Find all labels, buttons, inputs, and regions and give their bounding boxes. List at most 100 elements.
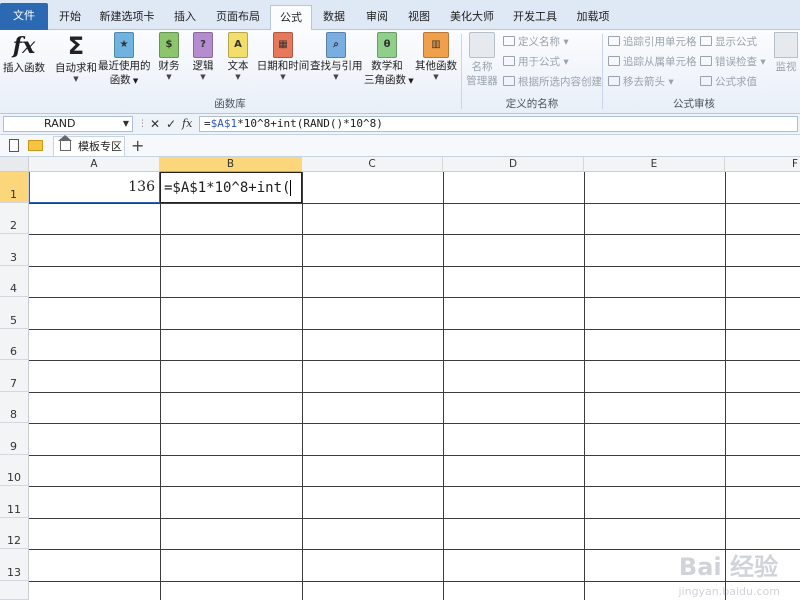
define-name-button[interactable]: 定义名称 ▾ bbox=[503, 34, 569, 50]
grid-line bbox=[443, 172, 444, 600]
grid-line bbox=[584, 172, 585, 600]
error-checking-label: 错误检查 bbox=[715, 56, 757, 68]
tab-view[interactable]: 视图 bbox=[398, 5, 440, 30]
text-button[interactable]: A 文本 ▼ bbox=[224, 32, 252, 81]
text-book-icon: A bbox=[228, 32, 248, 58]
dropdown-arrow-icon: ▼ bbox=[433, 73, 439, 81]
row-header-5[interactable]: 5 bbox=[0, 297, 29, 329]
grid-line bbox=[29, 266, 800, 267]
row-header-12[interactable]: 12 bbox=[0, 518, 29, 549]
remove-arrow-icon bbox=[608, 76, 620, 86]
datetime-label: 日期和时间 bbox=[256, 60, 310, 72]
enter-check-icon[interactable]: ✓ bbox=[166, 116, 176, 132]
column-header-f[interactable]: F bbox=[725, 157, 800, 172]
tab-new[interactable]: 新建选项卡 bbox=[92, 5, 162, 30]
grid-line bbox=[29, 297, 800, 298]
tab-home[interactable]: 开始 bbox=[48, 5, 92, 30]
row-header-7[interactable]: 7 bbox=[0, 360, 29, 392]
trace-precedents-button[interactable]: 追踪引用单元格 bbox=[608, 34, 697, 50]
group-label-formula-auditing: 公式审核 bbox=[673, 98, 715, 110]
row-header-3[interactable]: 3 bbox=[0, 234, 29, 266]
row-header-8[interactable]: 8 bbox=[0, 392, 29, 423]
trace-dependents-button[interactable]: 追踪从属单元格 bbox=[608, 54, 697, 70]
tab-insert[interactable]: 插入 bbox=[162, 5, 208, 30]
name-manager-icon bbox=[469, 32, 495, 58]
autosum-button[interactable]: Σ 自动求和 ▼ bbox=[54, 32, 98, 83]
datetime-button[interactable]: ▦ 日期和时间 ▼ bbox=[256, 32, 310, 81]
row-header-9[interactable]: 9 bbox=[0, 423, 29, 455]
add-tab-icon[interactable]: + bbox=[131, 135, 144, 156]
row-header-partial[interactable] bbox=[0, 581, 29, 600]
column-header-b[interactable]: B bbox=[160, 157, 302, 172]
cancel-icon[interactable]: ✕ bbox=[150, 116, 160, 132]
group-divider bbox=[602, 34, 603, 109]
financial-button[interactable]: $ 财务 ▼ bbox=[154, 32, 184, 81]
lookup-button[interactable]: ⌕ 查找与引用 ▼ bbox=[310, 32, 363, 81]
tab-developer[interactable]: 开发工具 bbox=[504, 5, 566, 30]
column-header-d[interactable]: D bbox=[443, 157, 584, 172]
grid-line bbox=[302, 172, 303, 600]
row-header-1[interactable]: 1 bbox=[0, 172, 29, 203]
financial-label: 财务 bbox=[158, 60, 180, 72]
math-trig-button[interactable]: θ 数学和 三角函数 ▼ bbox=[364, 32, 414, 88]
tab-file[interactable]: 文件 bbox=[0, 3, 48, 30]
name-manager-label-1: 名称 bbox=[471, 61, 493, 73]
cell-b1-editing[interactable]: =$A$1*10^8+int( bbox=[160, 172, 302, 203]
watch-window-button[interactable]: 监视 bbox=[773, 32, 799, 74]
name-manager-button[interactable]: 名称 管理器 bbox=[464, 32, 500, 88]
show-formulas-icon bbox=[700, 36, 712, 46]
evaluate-formula-button[interactable]: 公式求值 bbox=[700, 74, 757, 90]
grid-line bbox=[29, 360, 800, 361]
cell-a1[interactable]: 136 bbox=[29, 172, 160, 203]
row-header-6[interactable]: 6 bbox=[0, 329, 29, 360]
formula-input[interactable]: =$A$1*10^8+int(RAND()*10^8) bbox=[199, 116, 798, 132]
tab-addins[interactable]: 加载项 bbox=[566, 5, 620, 30]
error-checking-button[interactable]: 错误检查 ▾ bbox=[700, 54, 766, 70]
name-box[interactable]: RAND ▼ bbox=[3, 116, 133, 132]
tab-beautify[interactable]: 美化大师 bbox=[440, 5, 504, 30]
grid-icon bbox=[503, 76, 515, 86]
insert-function-fx-icon[interactable]: fx bbox=[182, 116, 192, 132]
row-header-13[interactable]: 13 bbox=[0, 549, 29, 581]
more-label: 其他函数 bbox=[415, 60, 457, 72]
show-formulas-button[interactable]: 显示公式 bbox=[700, 34, 757, 50]
create-from-selection-label: 根据所选内容创建 bbox=[518, 76, 602, 88]
create-from-selection-button[interactable]: 根据所选内容创建 bbox=[503, 74, 602, 90]
chevron-down-icon[interactable]: ▼ bbox=[123, 117, 129, 131]
financial-book-icon: $ bbox=[159, 32, 179, 58]
row-header-2[interactable]: 2 bbox=[0, 203, 29, 234]
more-functions-button[interactable]: ▥ 其他函数 ▼ bbox=[414, 32, 458, 81]
tab-page-layout[interactable]: 页面布局 bbox=[208, 5, 268, 30]
use-in-formula-button[interactable]: 用于公式 ▾ bbox=[503, 54, 569, 70]
template-zone-tab[interactable]: 模板专区 bbox=[53, 135, 125, 156]
column-header-c[interactable]: C bbox=[302, 157, 443, 172]
recent-functions-button[interactable]: ★ 最近使用的 函数 ▼ bbox=[98, 32, 151, 88]
text-label: 文本 bbox=[227, 60, 249, 72]
math-label-1: 数学和 bbox=[371, 60, 403, 72]
tab-data[interactable]: 数据 bbox=[312, 5, 356, 30]
row-header-10[interactable]: 10 bbox=[0, 455, 29, 486]
document-tab-strip: 模板专区 + bbox=[0, 135, 800, 157]
formula-prefix: = bbox=[204, 117, 211, 130]
tab-review[interactable]: 审阅 bbox=[356, 5, 398, 30]
select-all-corner[interactable] bbox=[0, 157, 29, 172]
column-header-a[interactable]: A bbox=[29, 157, 160, 172]
row-header-11[interactable]: 11 bbox=[0, 486, 29, 518]
logical-button[interactable]: ? 逻辑 ▼ bbox=[190, 32, 216, 81]
calendar-book-icon: ▦ bbox=[273, 32, 293, 58]
insert-function-button[interactable]: fx 插入函数 bbox=[3, 32, 45, 75]
formula-bar: RAND ▼ ⋮ ✕ ✓ fx =$A$1*10^8+int(RAND()*10… bbox=[0, 114, 800, 135]
spreadsheet-grid[interactable]: A B C D E F 1 2 3 4 5 6 7 8 9 10 11 12 1… bbox=[0, 157, 800, 600]
column-header-e[interactable]: E bbox=[584, 157, 725, 172]
folder-icon[interactable] bbox=[28, 140, 43, 151]
grid-line bbox=[29, 486, 800, 487]
name-box-value: RAND bbox=[44, 117, 76, 130]
row-header-4[interactable]: 4 bbox=[0, 266, 29, 297]
dropdown-arrow-icon: ▼ bbox=[73, 75, 79, 83]
remove-arrows-button[interactable]: 移去箭头 ▾ bbox=[608, 74, 674, 90]
tab-formulas[interactable]: 公式 bbox=[270, 5, 312, 31]
group-label-defined-names: 定义的名称 bbox=[505, 98, 559, 110]
home-icon bbox=[58, 135, 72, 151]
new-document-icon[interactable] bbox=[9, 139, 19, 152]
lookup-label: 查找与引用 bbox=[310, 60, 363, 72]
